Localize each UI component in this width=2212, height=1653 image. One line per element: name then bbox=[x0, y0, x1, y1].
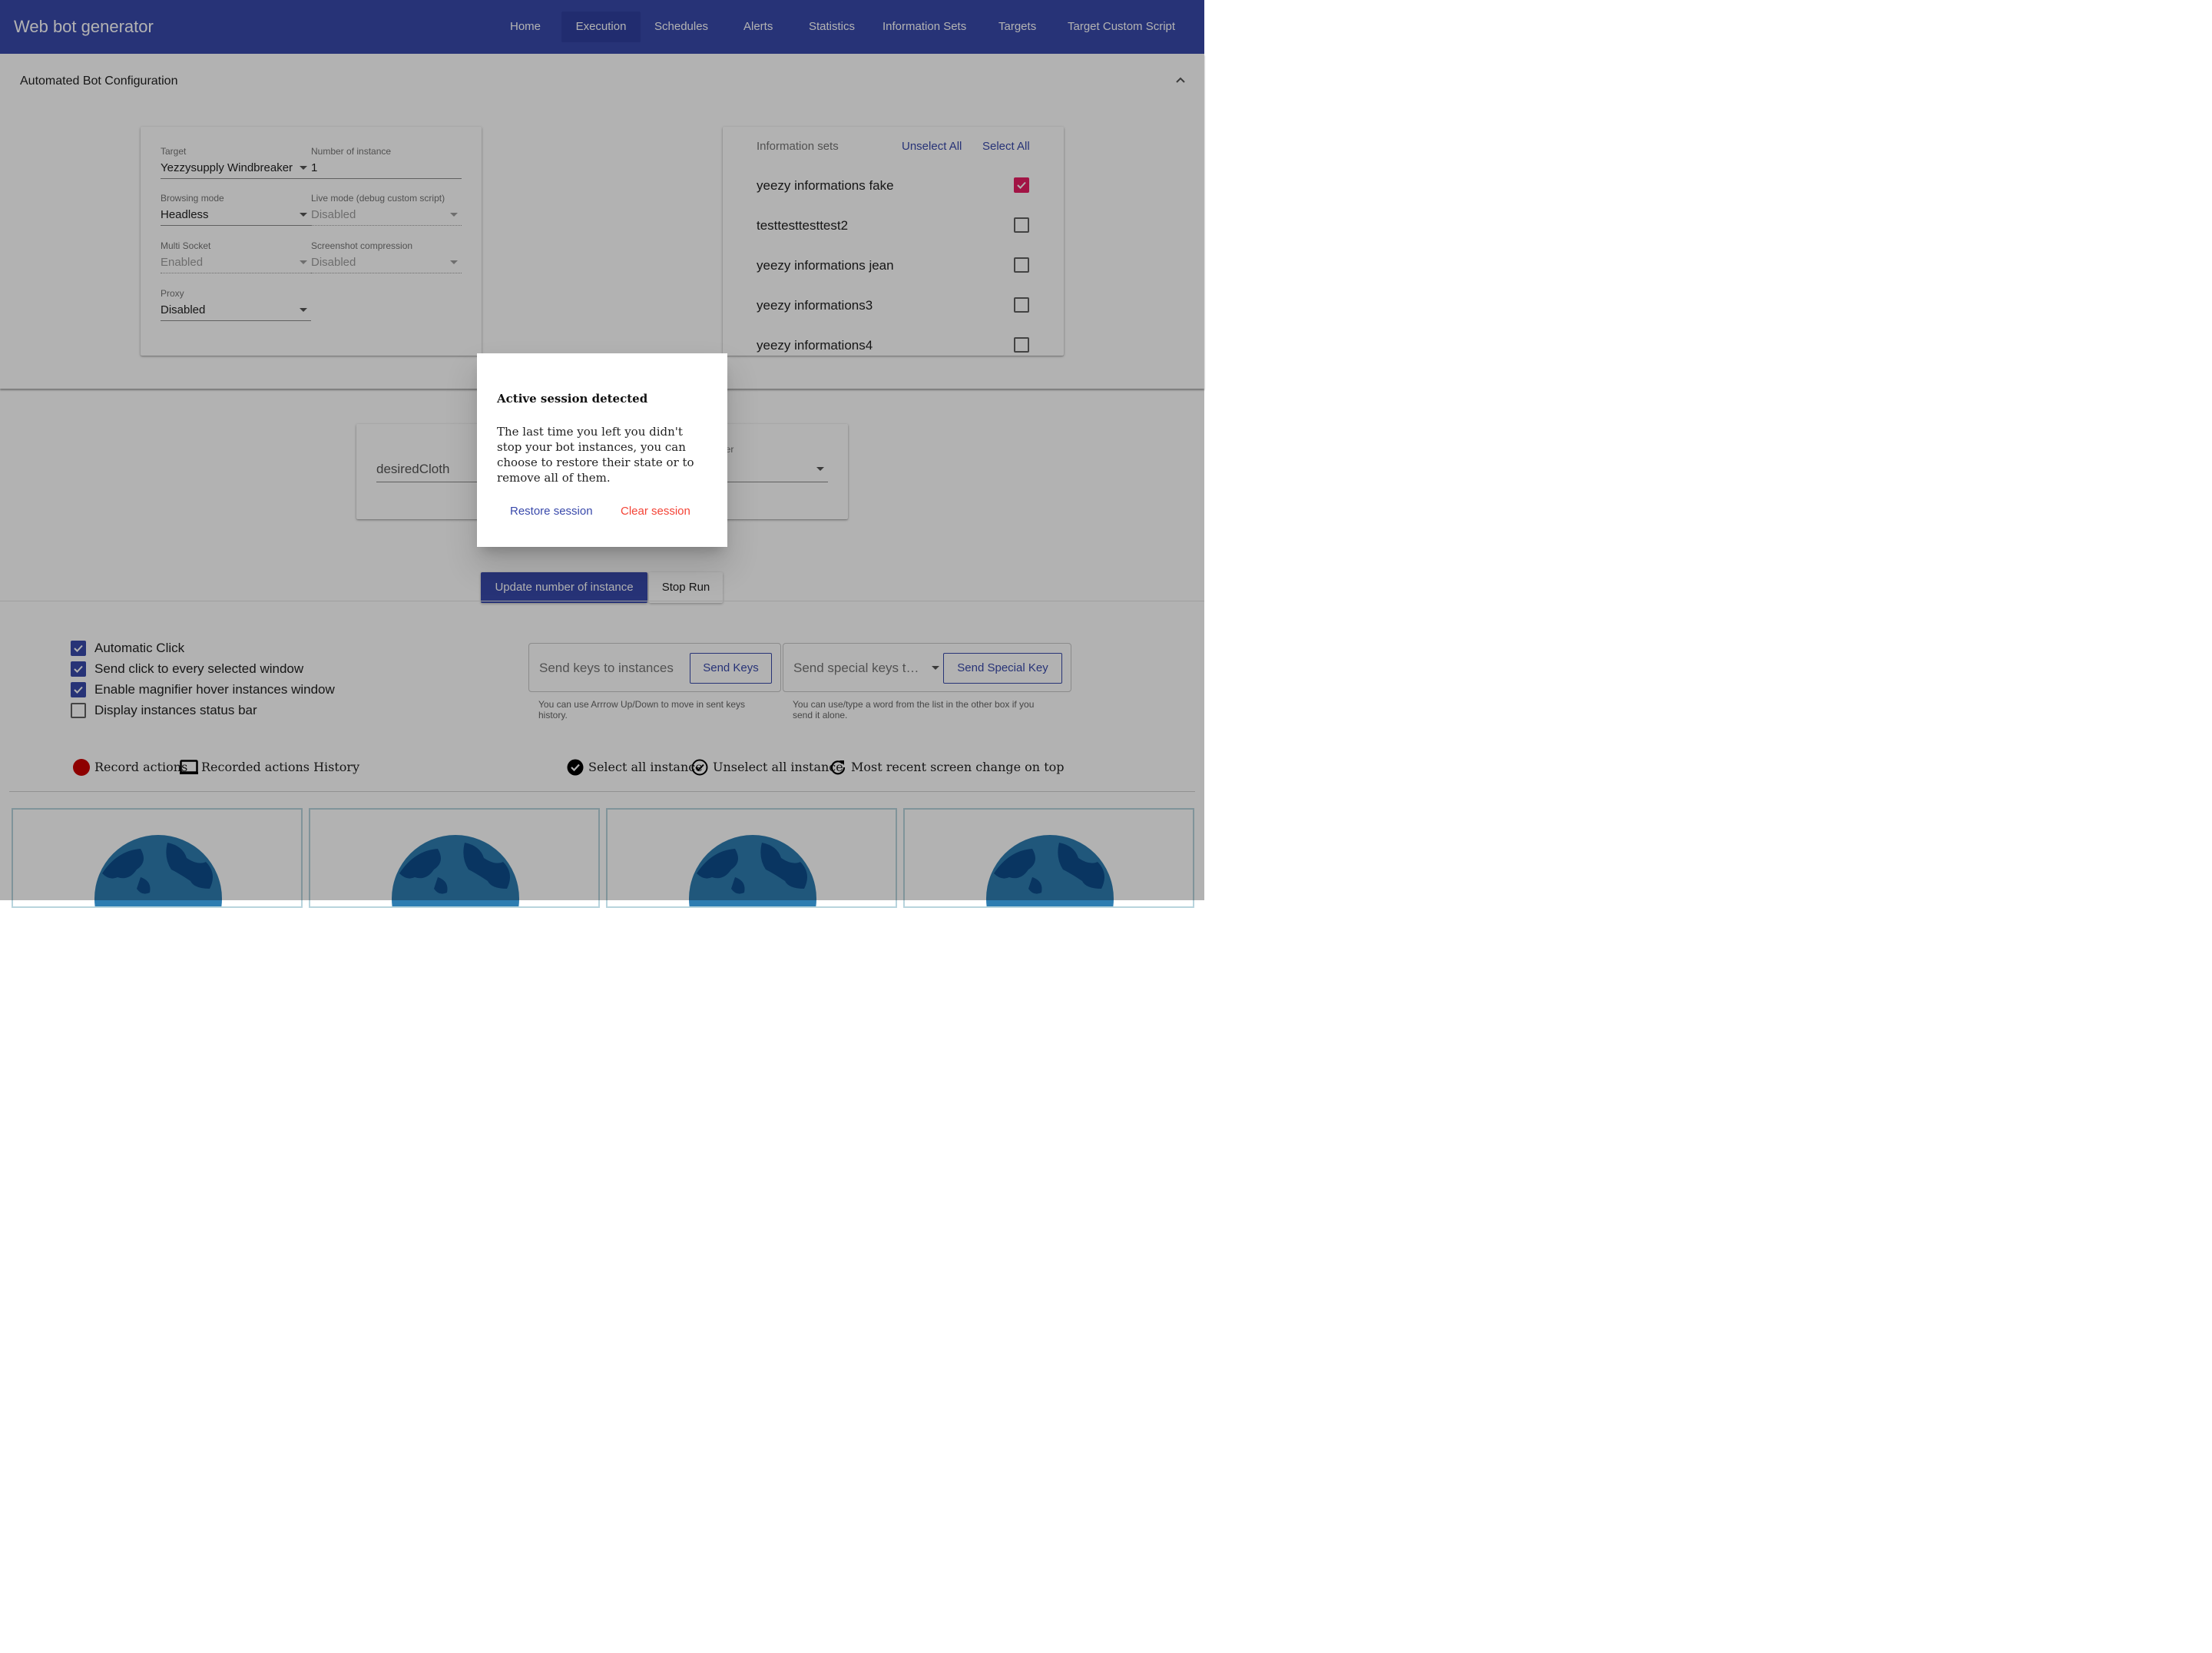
restore-session-button[interactable]: Restore session bbox=[510, 505, 593, 518]
dialog-message: The last time you left you didn't stop y… bbox=[497, 425, 694, 485]
dialog-title: Active session detected bbox=[497, 392, 648, 406]
active-session-dialog: Active session detected The last time yo… bbox=[477, 353, 727, 547]
clear-session-button[interactable]: Clear session bbox=[621, 505, 690, 518]
